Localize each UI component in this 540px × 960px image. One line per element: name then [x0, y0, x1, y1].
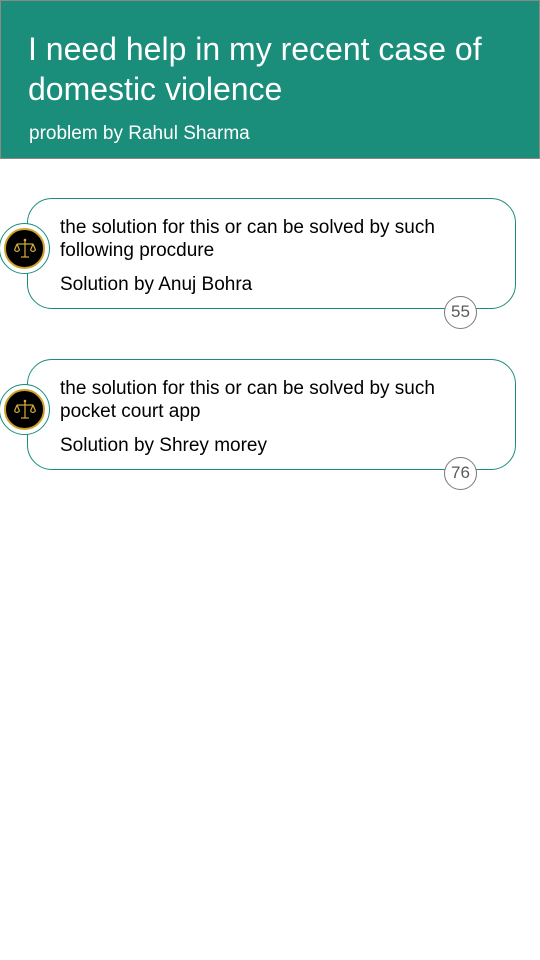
- vote-count-badge[interactable]: 55: [444, 296, 477, 329]
- problem-author: problem by Rahul Sharma: [29, 123, 250, 144]
- solution-author: Solution by Anuj Bohra: [60, 274, 253, 295]
- solution-text: the solution for this or can be solved b…: [60, 217, 435, 261]
- scales-of-justice-icon: [13, 238, 36, 258]
- solution-card[interactable]: the solution for this or can be solved b…: [27, 198, 516, 309]
- scales-of-justice-icon: [13, 399, 36, 419]
- vote-count-badge[interactable]: 76: [444, 457, 477, 490]
- solution-card[interactable]: the solution for this or can be solved b…: [27, 359, 516, 470]
- problem-title: I need help in my recent case of domesti…: [28, 31, 482, 107]
- solutions-screen: I need help in my recent case of domesti…: [0, 0, 540, 960]
- avatar[interactable]: [4, 389, 45, 430]
- solution-author: Solution by Shrey morey: [60, 435, 267, 456]
- avatar[interactable]: [4, 228, 45, 269]
- solution-text: the solution for this or can be solved b…: [60, 378, 435, 422]
- problem-header: I need help in my recent case of domesti…: [0, 0, 540, 159]
